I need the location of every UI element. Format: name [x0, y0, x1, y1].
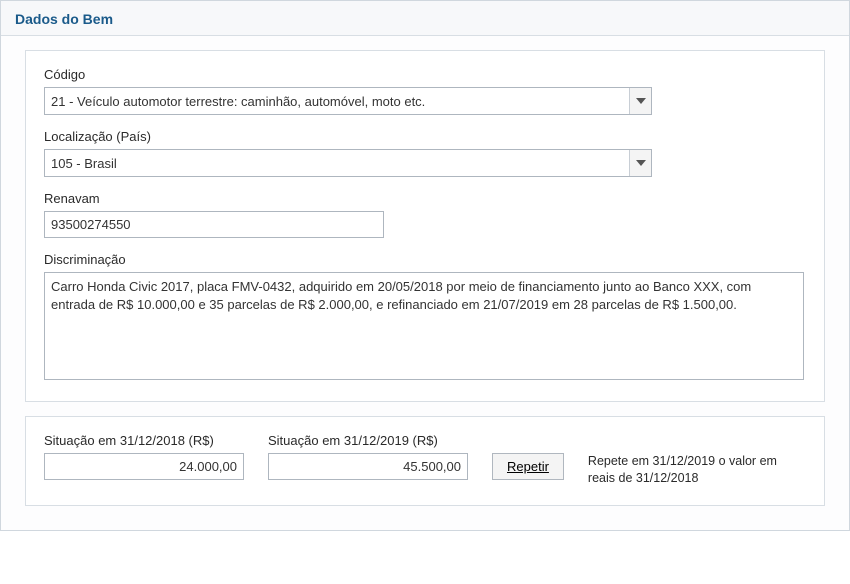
discriminacao-field: Discriminação Carro Honda Civic 2017, pl… — [44, 252, 806, 383]
renavam-input[interactable] — [44, 211, 384, 238]
codigo-field: Código 21 - Veículo automotor terrestre:… — [44, 67, 806, 115]
situacao-2018-label: Situação em 31/12/2018 (R$) — [44, 433, 244, 448]
localizacao-field: Localização (País) 105 - Brasil — [44, 129, 806, 177]
discriminacao-label: Discriminação — [44, 252, 806, 267]
situacao-2018-field: Situação em 31/12/2018 (R$) — [44, 433, 244, 480]
situacao-2018-input[interactable] — [44, 453, 244, 480]
codigo-label: Código — [44, 67, 806, 82]
localizacao-label: Localização (País) — [44, 129, 806, 144]
repetir-button[interactable]: Repetir — [492, 453, 564, 480]
renavam-label: Renavam — [44, 191, 806, 206]
situacao-group: Situação em 31/12/2018 (R$) Situação em … — [25, 416, 825, 506]
asset-data-panel: Dados do Bem Código 21 - Veículo automot… — [0, 0, 850, 531]
panel-title: Dados do Bem — [1, 1, 849, 36]
situacao-2019-label: Situação em 31/12/2019 (R$) — [268, 433, 468, 448]
situacao-2019-input[interactable] — [268, 453, 468, 480]
repetir-hint: Repete em 31/12/2019 o valor em reais de… — [588, 453, 806, 487]
main-fields-group: Código 21 - Veículo automotor terrestre:… — [25, 50, 825, 402]
discriminacao-textarea[interactable]: Carro Honda Civic 2017, placa FMV-0432, … — [44, 272, 804, 380]
localizacao-select[interactable]: 105 - Brasil — [44, 149, 652, 177]
codigo-select[interactable]: 21 - Veículo automotor terrestre: caminh… — [44, 87, 652, 115]
situacao-2019-field: Situação em 31/12/2019 (R$) — [268, 433, 468, 480]
renavam-field: Renavam — [44, 191, 806, 238]
